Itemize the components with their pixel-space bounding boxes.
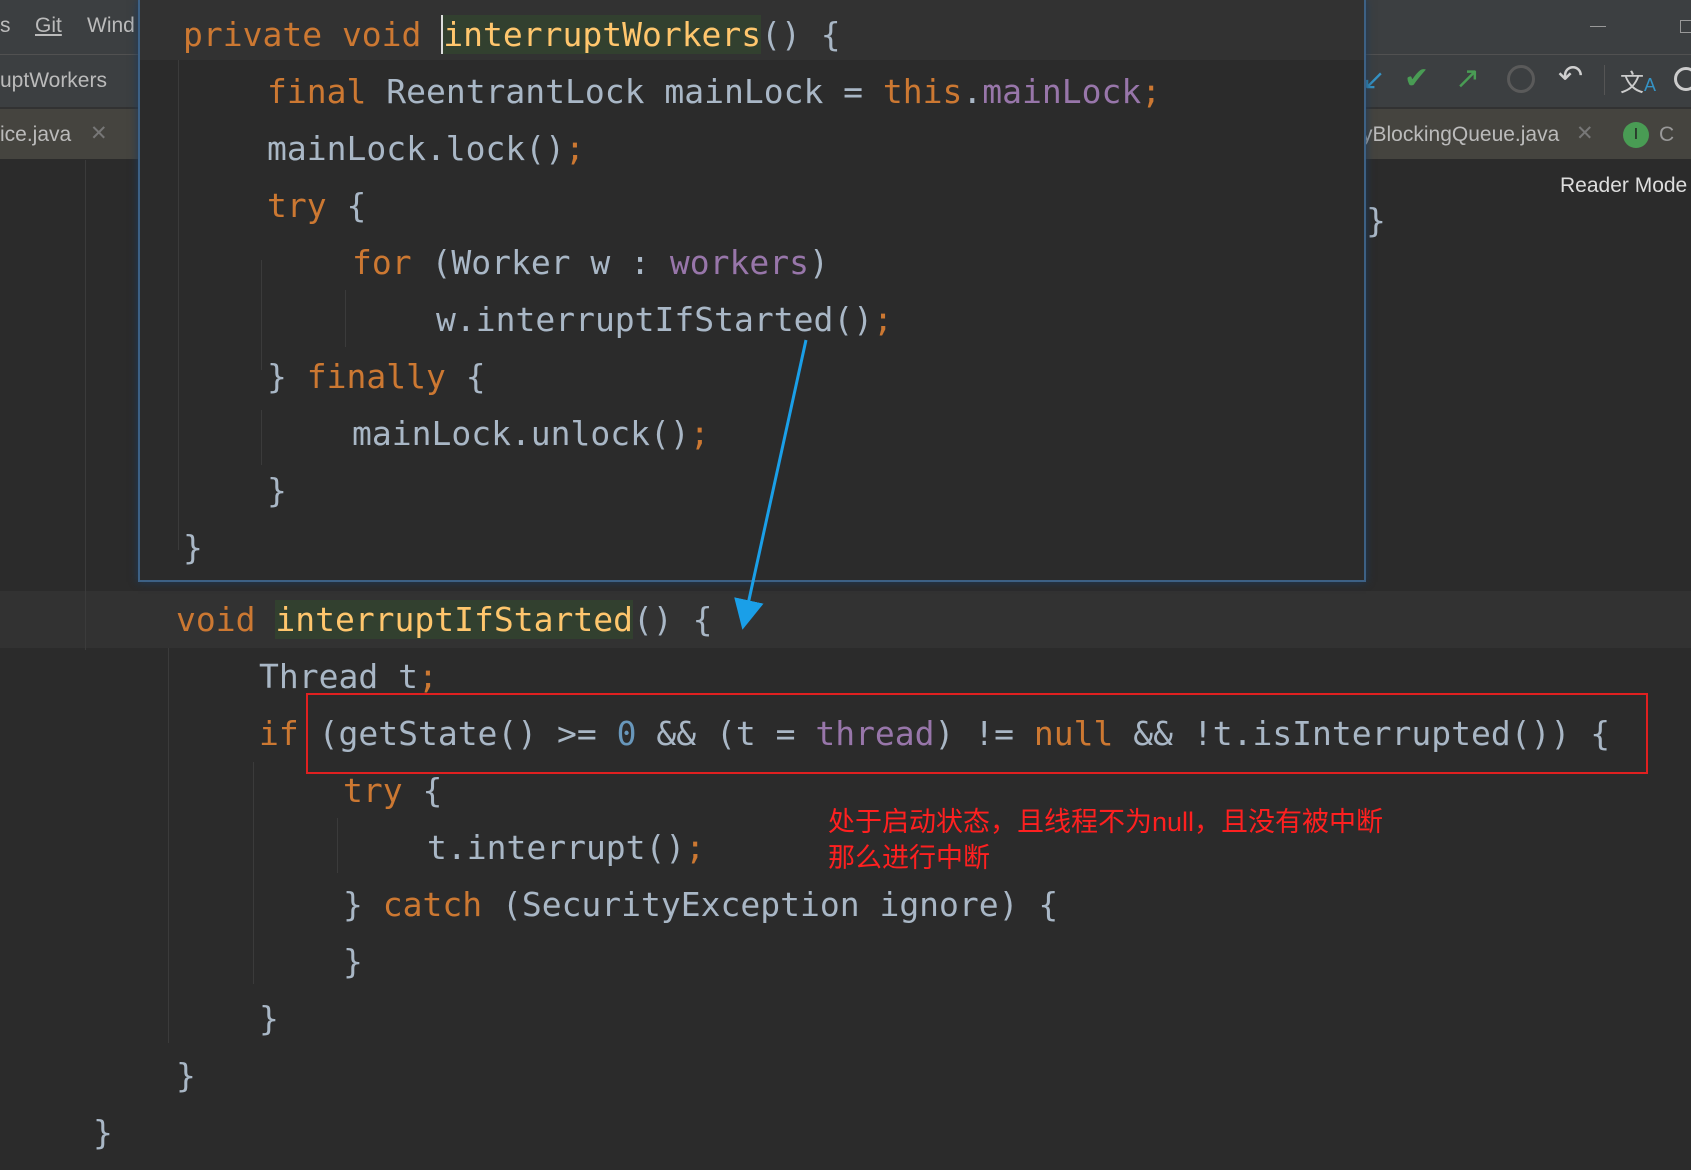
annotation-arrow (734, 339, 808, 630)
